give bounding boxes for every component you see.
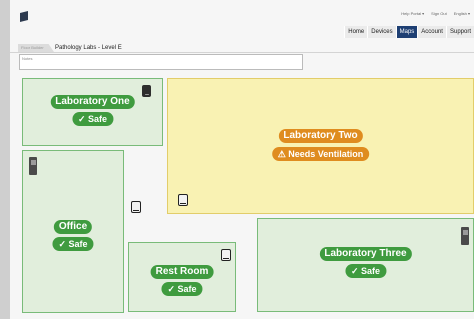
room-laboratory-one[interactable]: Laboratory One ✓ Safe <box>22 78 163 146</box>
language-select[interactable]: English ▾ <box>454 11 470 16</box>
nav-devices[interactable]: Devices <box>367 26 396 38</box>
main-nav: Home Devices Maps Account Support <box>344 26 474 38</box>
status-badge: ✓ Safe <box>344 264 387 278</box>
room-name-label: Laboratory Two <box>278 129 363 143</box>
room-name-label: Laboratory One <box>50 95 135 109</box>
status-badge: ✓ Safe <box>71 112 114 126</box>
header-links: Help Portal ▾ Sign Out English ▾ <box>401 11 470 16</box>
tablet-device-icon[interactable] <box>221 249 231 261</box>
help-portal-link[interactable]: Help Portal ▾ <box>401 11 424 16</box>
nav-account[interactable]: Account <box>417 26 446 38</box>
notes-field[interactable]: Notes <box>19 54 303 70</box>
logo-icon <box>20 11 28 22</box>
status-badge: ✓ Safe <box>161 282 203 296</box>
room-laboratory-two[interactable]: Laboratory Two ⚠ Needs Ventilation <box>167 78 474 214</box>
tablet-device-icon[interactable] <box>178 194 188 206</box>
room-name-label: Laboratory Three <box>319 247 412 261</box>
room-laboratory-three[interactable]: Laboratory Three ✓ Safe <box>257 218 474 312</box>
tablet-device-icon[interactable] <box>131 201 141 213</box>
wall-sensor-icon[interactable] <box>461 227 469 245</box>
room-rest-room[interactable]: Rest Room ✓ Safe <box>128 242 236 312</box>
room-name-label: Office <box>53 220 93 234</box>
nav-maps[interactable]: Maps <box>395 26 418 38</box>
app-page: Help Portal ▾ Sign Out English ▾ Home De… <box>10 0 474 319</box>
sensor-device-icon[interactable] <box>142 85 151 97</box>
room-office[interactable]: Office ✓ Safe <box>22 150 124 313</box>
floor-title: Pathology Labs - Level E <box>55 45 122 51</box>
nav-support[interactable]: Support <box>445 26 474 38</box>
nav-home[interactable]: Home <box>344 26 368 38</box>
warning-status-badge: ⚠ Needs Ventilation <box>271 147 370 161</box>
tab-floor-builder[interactable]: Floor Builder <box>18 44 54 52</box>
tab-bar: Floor Builder Pathology Labs - Level E <box>10 43 474 53</box>
sign-out-link[interactable]: Sign Out <box>431 11 447 16</box>
room-name-label: Rest Room <box>150 265 214 279</box>
status-badge: ✓ Safe <box>52 237 94 251</box>
wall-sensor-icon[interactable] <box>29 157 37 175</box>
